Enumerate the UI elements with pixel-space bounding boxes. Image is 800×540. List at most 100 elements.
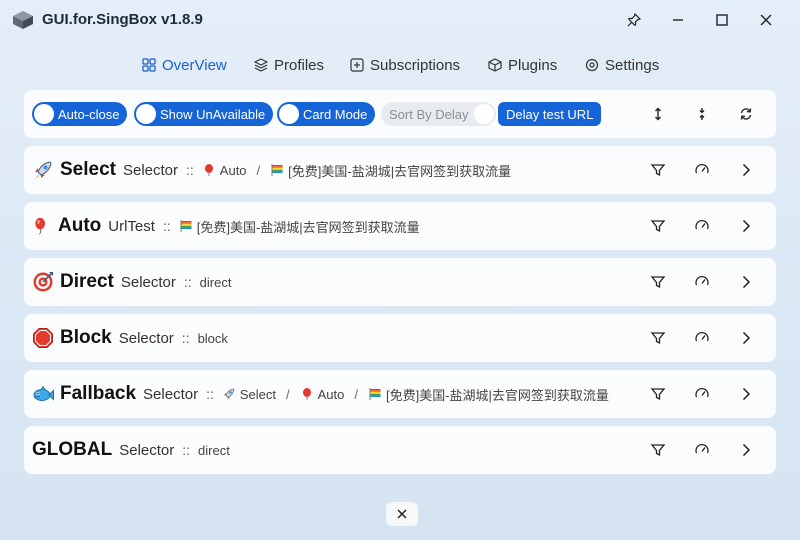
balloon-icon [202,163,216,177]
group-separator: :: [206,386,214,402]
pin-icon[interactable] [621,8,647,32]
now-label: [免费]美国-盐湖城|去官网签到获取流量 [386,387,609,403]
chain-slash: / [286,386,290,402]
tab-plugins[interactable]: Plugins [488,52,557,78]
filter-icon[interactable] [648,216,668,236]
tab-subscriptions[interactable]: Subscriptions [350,52,460,78]
group-header: Fallback Selector :: Select / Auto / [免费… [32,370,609,418]
filter-icon[interactable] [648,272,668,292]
group-card-direct[interactable]: Direct Selector :: direct [24,258,776,306]
tab-subscriptions-label: Subscriptions [370,56,461,74]
now-label: Auto [219,162,247,178]
overview-toolbar: Auto-close Show UnAvailable Card Mode So… [24,90,776,138]
tab-settings[interactable]: Settings [585,52,659,78]
speed-test-icon[interactable] [692,384,712,404]
close-icon [397,509,407,519]
group-card-select[interactable]: Select Selector :: Auto / [免费]美国-盐湖城|去官网… [24,146,776,194]
chain-slash: / [354,386,358,402]
group-type: Selector [118,329,174,347]
gear-icon [585,58,599,72]
filter-icon[interactable] [648,160,668,180]
group-separator: :: [162,218,171,234]
group-separator: :: [183,274,192,290]
now-chip: Auto [300,386,345,402]
switch-knob [474,104,495,124]
chevron-right-icon[interactable] [736,328,756,348]
rocket-icon [222,387,236,401]
group-header: GLOBAL Selector :: direct [32,426,230,474]
expand-all-icon[interactable] [648,104,668,124]
delay-test-url-button[interactable]: Delay test URL [498,102,602,126]
balloon-icon [300,387,314,401]
group-now: block [198,331,228,346]
now-label: Select [239,386,276,402]
filter-icon[interactable] [648,440,668,460]
now-label: [免费]美国-盐湖城|去官网签到获取流量 [196,219,420,235]
filter-icon[interactable] [648,328,668,348]
rainbow-flag-icon [179,219,193,233]
chevron-right-icon[interactable] [736,384,756,404]
speed-test-icon[interactable] [692,272,712,292]
title-bar: GUI.for.SingBox v1.8.9 [0,0,800,40]
now-label: Auto [317,386,345,402]
show-unavailable-switch[interactable]: Show UnAvailable [134,102,274,126]
group-header: Select Selector :: Auto / [免费]美国-盐湖城|去官网… [32,146,511,194]
switch-knob [136,104,156,124]
group-now: direct [200,275,232,290]
tab-overview-label: OverView [162,56,227,74]
now-label: direct [198,442,230,458]
group-type: Selector [120,273,176,291]
group-header: Auto UrlTest :: [免费]美国-盐湖城|去官网签到获取流量 [32,202,420,250]
sort-by-delay-switch[interactable]: Sort By Delay [381,102,497,126]
group-card-auto[interactable]: Auto UrlTest :: [免费]美国-盐湖城|去官网签到获取流量 [24,202,776,250]
close-panel-button[interactable] [386,502,418,526]
speed-test-icon[interactable] [692,328,712,348]
group-now: Select / Auto / [免费]美国-盐湖城|去官网签到获取流量 [222,385,609,404]
show-unavailable-label: Show UnAvailable [160,106,266,122]
group-separator: :: [186,162,194,178]
switch-knob [34,104,54,124]
group-now: [免费]美国-盐湖城|去官网签到获取流量 [179,217,420,236]
tab-plugins-label: Plugins [508,56,558,74]
group-now: Auto / [免费]美国-盐湖城|去官网签到获取流量 [202,161,511,180]
group-type: Selector [122,161,179,179]
tab-settings-label: Settings [605,56,660,74]
refresh-icon[interactable] [736,104,756,124]
cube-icon [488,58,502,72]
close-window-button[interactable] [753,8,779,32]
group-card-global[interactable]: GLOBAL Selector :: direct [24,426,776,474]
now-label: block [197,330,228,346]
grid-icon [142,58,156,72]
tab-profiles[interactable]: Profiles [254,52,324,78]
rainbow-flag-icon [368,387,382,401]
speed-test-icon[interactable] [692,160,712,180]
group-name: Direct [60,271,114,292]
delay-test-url-label: Delay test URL [506,106,594,122]
group-name: Fallback [60,383,137,404]
now-chip: [免费]美国-盐湖城|去官网签到获取流量 [179,217,420,236]
auto-close-switch[interactable]: Auto-close [32,102,128,126]
target-icon [32,271,54,293]
group-card-block[interactable]: Block Selector :: block [24,314,776,362]
card-mode-switch[interactable]: Card Mode [277,102,376,126]
balloon-icon [32,215,50,237]
tab-overview[interactable]: OverView [142,52,227,78]
chevron-right-icon[interactable] [736,272,756,292]
chevron-right-icon[interactable] [736,216,756,236]
group-separator: :: [182,442,191,458]
group-name: Auto [58,215,102,236]
maximize-button[interactable] [709,8,735,32]
now-chip: Select [222,387,276,402]
collapse-all-icon[interactable] [692,104,712,124]
minimize-button[interactable] [665,8,691,32]
app-logo-icon [12,10,34,30]
group-type: Selector [119,441,175,459]
filter-icon[interactable] [648,384,668,404]
group-card-fallback[interactable]: Fallback Selector :: Select / Auto / [免费… [24,370,776,418]
speed-test-icon[interactable] [692,440,712,460]
chevron-right-icon[interactable] [736,440,756,460]
speed-test-icon[interactable] [692,216,712,236]
chevron-right-icon[interactable] [736,160,756,180]
switch-knob [279,104,299,124]
group-name: Select [60,159,116,180]
